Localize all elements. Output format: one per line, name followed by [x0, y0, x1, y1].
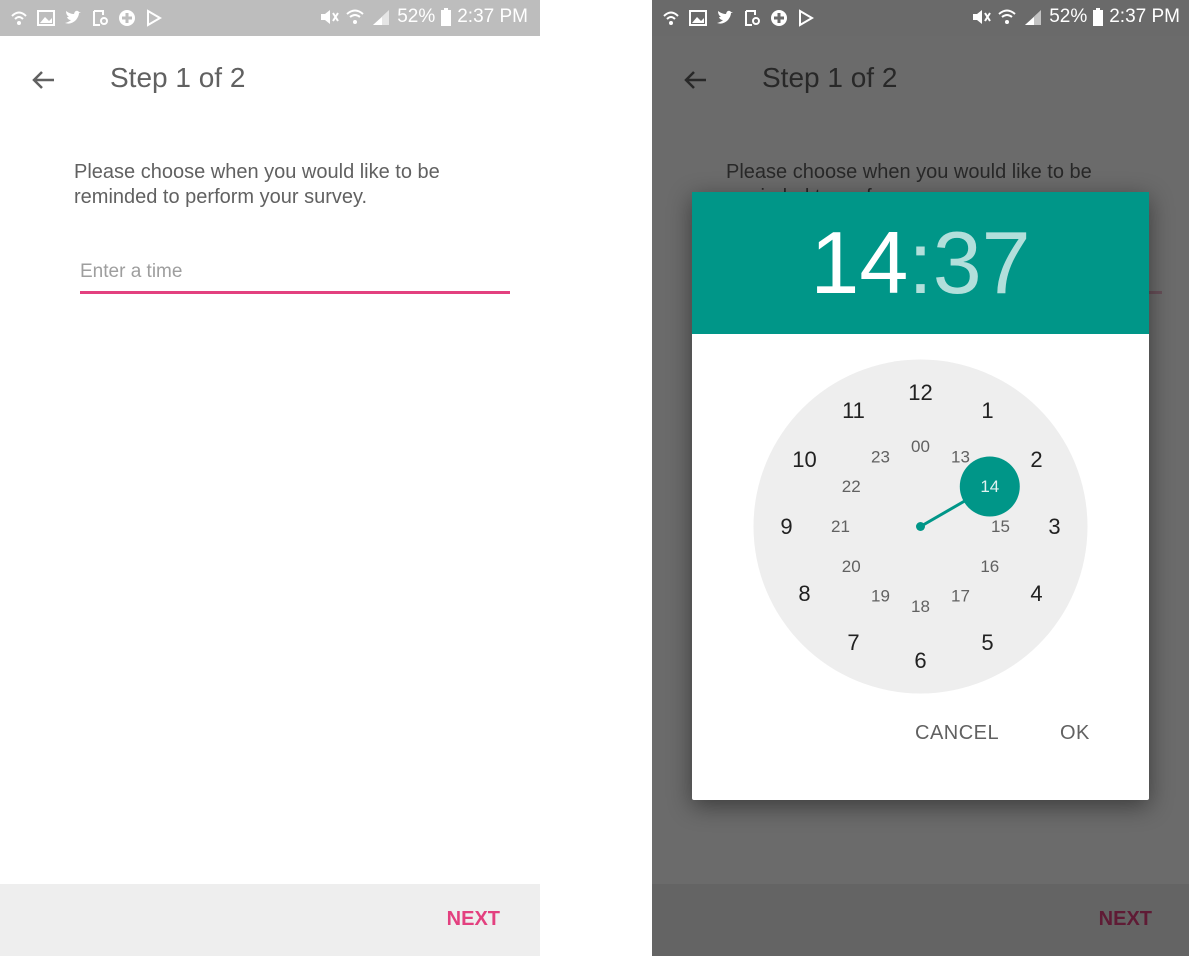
- clock-hour-13[interactable]: 13: [951, 448, 970, 467]
- phone-status-icon: [743, 9, 761, 27]
- clock-hour-20[interactable]: 20: [842, 557, 861, 576]
- back-arrow-icon[interactable]: [28, 64, 60, 96]
- mute-icon: [971, 8, 992, 26]
- clock-center-dot: [916, 522, 925, 531]
- clock-hour-2[interactable]: 2: [1030, 447, 1042, 472]
- time-separator: :: [908, 213, 933, 312]
- clock-hour-6[interactable]: 6: [914, 648, 926, 673]
- battery-icon: [1093, 8, 1104, 26]
- screen-time-picker: 52% 2:37 PM Step 1 of 2 Please choose wh…: [652, 0, 1189, 956]
- play-store-icon: [145, 9, 163, 27]
- wifi-calling-icon: [662, 9, 680, 27]
- next-button[interactable]: NEXT: [447, 908, 500, 931]
- signal-icon: [371, 8, 391, 26]
- app-bar: Step 1 of 2: [0, 36, 540, 124]
- status-bar: 52% 2:37 PM: [0, 0, 540, 36]
- clock-hour-15[interactable]: 15: [991, 517, 1010, 536]
- clock-hour-9[interactable]: 9: [780, 514, 792, 539]
- clock-hour-22[interactable]: 22: [842, 477, 861, 496]
- clock-hour-14[interactable]: 14: [980, 477, 999, 496]
- ok-button[interactable]: OK: [1060, 722, 1090, 745]
- status-bar: 52% 2:37 PM: [652, 0, 1189, 36]
- clock-hour-1[interactable]: 1: [981, 398, 993, 423]
- wifi-icon: [345, 8, 365, 26]
- clock-hour-19[interactable]: 19: [871, 586, 890, 605]
- clock-hour-21[interactable]: 21: [831, 517, 850, 536]
- phone-status-icon: [91, 9, 109, 27]
- notification-icons: [10, 9, 163, 27]
- clock-hour-17[interactable]: 17: [951, 586, 970, 605]
- battery-percent: 52%: [397, 6, 436, 27]
- clock-hour-23[interactable]: 23: [871, 448, 890, 467]
- page-title: Step 1 of 2: [110, 62, 246, 93]
- bottom-bar: NEXT: [0, 884, 540, 956]
- gallery-icon: [37, 9, 55, 27]
- mute-icon: [319, 8, 340, 26]
- clock-hour-16[interactable]: 16: [980, 557, 999, 576]
- hour-display[interactable]: 14: [810, 212, 908, 314]
- dialog-actions: CANCEL OK: [692, 710, 1149, 760]
- clock-hour-11[interactable]: 11: [842, 398, 865, 423]
- battery-percent: 52%: [1049, 6, 1088, 27]
- screen-reminder-form: 52% 2:37 PM Step 1 of 2 Please choose wh…: [0, 0, 540, 956]
- notification-icons: [662, 9, 815, 27]
- minute-display[interactable]: 37: [933, 212, 1031, 314]
- clock-time: 2:37 PM: [1109, 6, 1180, 27]
- time-input[interactable]: [80, 252, 510, 294]
- clock-hour-10[interactable]: 10: [792, 447, 816, 472]
- clock-face[interactable]: 121234567891011 001314151617181920212223: [753, 359, 1088, 694]
- clock-hour-7[interactable]: 7: [847, 630, 859, 655]
- cancel-button[interactable]: CANCEL: [915, 722, 999, 745]
- wifi-calling-icon: [10, 9, 28, 27]
- system-status: 52% 2:37 PM: [319, 6, 528, 28]
- signal-icon: [1023, 8, 1043, 26]
- play-store-icon: [797, 9, 815, 27]
- clock-hour-18[interactable]: 18: [911, 597, 930, 616]
- time-picker-dialog: 14:37 12 1 2 3 4 5 6 7 8 9 10 11 00 13 14 15 16 17 18 19 20…: [692, 192, 1149, 800]
- battery-icon: [441, 8, 452, 26]
- clock-hour-3[interactable]: 3: [1048, 514, 1060, 539]
- plus-icon: [770, 9, 788, 27]
- twitter-icon: [64, 9, 82, 27]
- clock-hour-12[interactable]: 12: [908, 380, 932, 405]
- clock-hour-4[interactable]: 4: [1030, 581, 1042, 606]
- clock-time: 2:37 PM: [457, 6, 528, 27]
- system-status: 52% 2:37 PM: [971, 6, 1180, 28]
- plus-icon: [118, 9, 136, 27]
- time-display: 14:37: [692, 192, 1149, 334]
- wifi-icon: [997, 8, 1017, 26]
- gallery-icon: [689, 9, 707, 27]
- clock-hour-8[interactable]: 8: [798, 581, 810, 606]
- clock-hour-00[interactable]: 00: [911, 437, 930, 456]
- clock-hour-5[interactable]: 5: [981, 630, 993, 655]
- twitter-icon: [716, 9, 734, 27]
- instruction-text: Please choose when you would like to be …: [74, 161, 440, 208]
